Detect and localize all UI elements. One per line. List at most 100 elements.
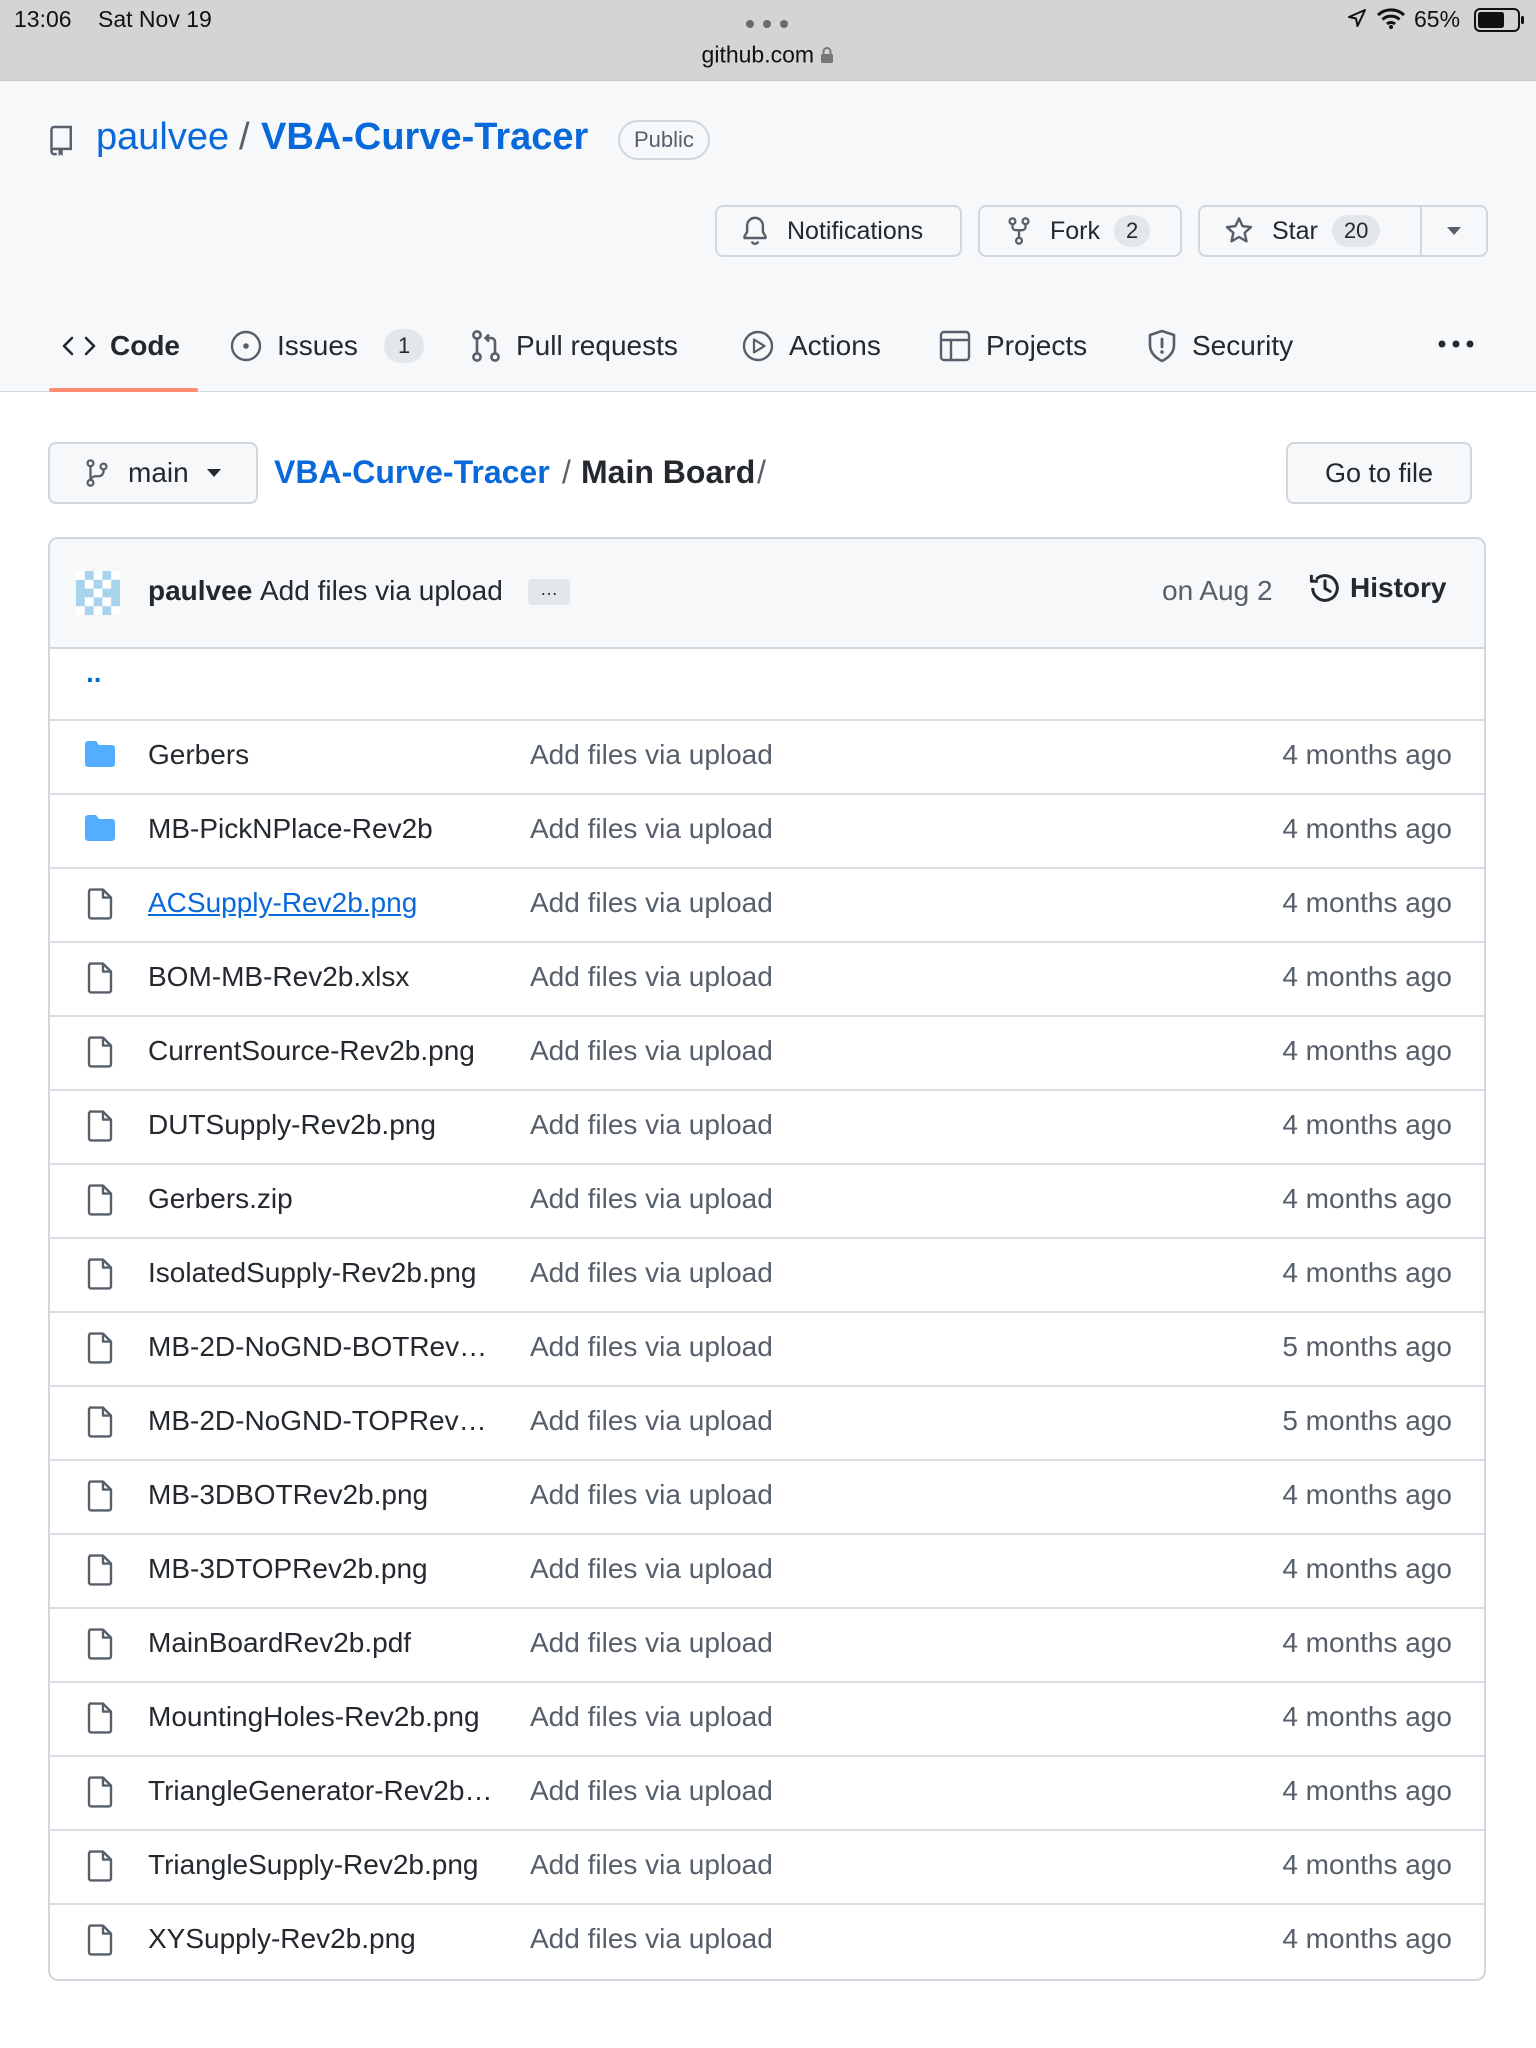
file-row[interactable]: MB-3DBOTRev2b.png Add files via upload 4 m… (50, 1459, 1484, 1535)
file-name-link[interactable]: XYSupply-Rev2b.png (148, 1923, 416, 1955)
file-commit-message[interactable]: Add files via upload (530, 1405, 773, 1437)
file-commit-message[interactable]: Add files via upload (530, 1109, 773, 1141)
file-name-link[interactable]: DUTSupply-Rev2b.png (148, 1109, 436, 1141)
caret-down-icon (206, 469, 221, 477)
avatar[interactable] (76, 571, 120, 615)
file-commit-message[interactable]: Add files via upload (530, 1627, 773, 1659)
file-commit-age: 4 months ago (1282, 1627, 1452, 1658)
file-name-link[interactable]: TriangleGenerator-Rev2b… (148, 1775, 492, 1807)
file-name-link[interactable]: IsolatedSupply-Rev2b.png (148, 1257, 476, 1289)
file-commit-message[interactable]: Add files via upload (530, 1183, 773, 1215)
file-icon (86, 1406, 114, 1438)
file-row[interactable]: XYSupply-Rev2b.png Add files via upload 4 … (50, 1903, 1484, 1977)
file-row[interactable]: MountingHoles-Rev2b.png Add files via upl… (50, 1681, 1484, 1757)
file-name-link[interactable]: MB-PickNPlace-Rev2b (148, 813, 433, 845)
file-name-link[interactable]: MainBoardRev2b.pdf (148, 1627, 411, 1659)
file-commit-message[interactable]: Add files via upload (530, 739, 773, 771)
branch-selector[interactable]: main (48, 442, 258, 504)
star-list-dropdown[interactable] (1422, 207, 1486, 255)
tab-security[interactable]: Security (1146, 320, 1293, 372)
lock-icon (820, 46, 834, 64)
file-name-link[interactable]: MB-3DTOPRev2b.png (148, 1553, 428, 1585)
file-name-link[interactable]: MB-3DBOTRev2b.png (148, 1479, 428, 1511)
tab-projects[interactable]: Projects (938, 320, 1087, 372)
file-row[interactable]: TriangleGenerator-Rev2b… Add files via up… (50, 1755, 1484, 1831)
repo-icon (48, 125, 76, 157)
visibility-badge: Public (618, 120, 710, 160)
tab-actions[interactable]: Actions (741, 320, 881, 372)
file-row[interactable]: DUTSupply-Rev2b.png Add files via upload 4… (50, 1089, 1484, 1165)
file-name-link[interactable]: MountingHoles-Rev2b.png (148, 1701, 480, 1733)
file-row[interactable]: ACSupply-Rev2b.png Add files via upload 4 … (50, 867, 1484, 943)
file-commit-message[interactable]: Add files via upload (530, 1553, 773, 1585)
tab-pull-requests[interactable]: Pull requests (470, 320, 678, 372)
file-row[interactable]: Gerbers.zip Add files via upload 4 months … (50, 1163, 1484, 1239)
file-commit-message[interactable]: Add files via upload (530, 1701, 773, 1733)
file-row[interactable]: MB-PickNPlace-Rev2b Add files via upload 4… (50, 793, 1484, 869)
address-bar[interactable]: github.com (0, 40, 1536, 68)
file-icon (86, 1924, 114, 1956)
file-commit-age: 4 months ago (1282, 1035, 1452, 1066)
history-link[interactable]: History (1308, 571, 1446, 605)
history-icon (1308, 571, 1342, 605)
breadcrumb-separator: / (562, 454, 571, 490)
file-row[interactable]: Gerbers Add files via upload 4 months ago (50, 719, 1484, 795)
file-name-link[interactable]: TriangleSupply-Rev2b.png (148, 1849, 479, 1881)
go-to-file-button[interactable]: Go to file (1286, 442, 1472, 504)
git-branch-icon (84, 458, 110, 488)
fork-button[interactable]: Fork 2 (978, 205, 1182, 257)
file-name-link[interactable]: Gerbers.zip (148, 1183, 293, 1215)
file-name-link[interactable]: Gerbers (148, 739, 249, 771)
repo-owner-link[interactable]: paulvee (96, 116, 229, 159)
file-name-link[interactable]: BOM-MB-Rev2b.xlsx (148, 961, 409, 993)
status-date: Sat Nov 19 (98, 6, 212, 32)
more-tabs-icon[interactable] (1438, 340, 1474, 348)
file-row[interactable]: MB-3DTOPRev2b.png Add files via upload 4 m… (50, 1533, 1484, 1609)
file-commit-age: 4 months ago (1282, 1849, 1452, 1880)
file-icon (86, 962, 114, 994)
breadcrumb-root-link[interactable]: VBA-Curve-Tracer (274, 454, 550, 491)
folder-icon (84, 814, 116, 842)
file-name-link[interactable]: ACSupply-Rev2b.png (148, 887, 417, 919)
parent-directory-row[interactable]: .. (50, 647, 1484, 721)
file-commit-message[interactable]: Add files via upload (530, 1035, 773, 1067)
file-name-link[interactable]: CurrentSource-Rev2b.png (148, 1035, 475, 1067)
commit-author[interactable]: paulvee (148, 575, 252, 607)
tab-issues[interactable]: Issues 1 (229, 320, 425, 372)
notifications-button[interactable]: Notifications (715, 205, 962, 257)
commit-expand-button[interactable]: … (528, 579, 570, 605)
more-dots-icon[interactable] (744, 19, 790, 29)
file-row[interactable]: BOM-MB-Rev2b.xlsx Add files via upload 4 m… (50, 941, 1484, 1017)
file-commit-message[interactable]: Add files via upload (530, 887, 773, 919)
file-commit-age: 5 months ago (1282, 1331, 1452, 1362)
file-commit-message[interactable]: Add files via upload (530, 1479, 773, 1511)
file-commit-message[interactable]: Add files via upload (530, 961, 773, 993)
parent-directory-link[interactable]: .. (86, 657, 102, 689)
file-commit-message[interactable]: Add files via upload (530, 1331, 773, 1363)
file-name-link[interactable]: MB-2D-NoGND-BOTRev… (148, 1331, 487, 1363)
file-row[interactable]: TriangleSupply-Rev2b.png Add files via up… (50, 1829, 1484, 1905)
file-row[interactable]: MB-2D-NoGND-BOTRev… Add files via upload 5… (50, 1311, 1484, 1387)
file-commit-message[interactable]: Add files via upload (530, 1257, 773, 1289)
file-icon (86, 1184, 114, 1216)
latest-commit-bar: paulvee Add files via upload … on Aug 2 … (50, 539, 1484, 649)
file-commit-message[interactable]: Add files via upload (530, 1923, 773, 1955)
file-row[interactable]: CurrentSource-Rev2b.png Add files via upl… (50, 1015, 1484, 1091)
commit-date: on Aug 2 (1162, 575, 1273, 606)
star-button[interactable]: Star 20 (1200, 207, 1422, 255)
branch-name: main (128, 457, 189, 488)
breadcrumb-separator: / (757, 454, 766, 490)
file-row[interactable]: MB-2D-NoGND-TOPRev… Add files via upload 5… (50, 1385, 1484, 1461)
file-commit-message[interactable]: Add files via upload (530, 813, 773, 845)
location-icon (1347, 8, 1367, 28)
tab-code[interactable]: Code (62, 320, 180, 372)
commit-message[interactable]: Add files via upload (260, 575, 503, 607)
file-row[interactable]: IsolatedSupply-Rev2b.png Add files via up… (50, 1237, 1484, 1313)
file-row[interactable]: MainBoardRev2b.pdf Add files via upload 4 … (50, 1607, 1484, 1683)
file-name-link[interactable]: MB-2D-NoGND-TOPRev… (148, 1405, 487, 1437)
repo-name-link[interactable]: VBA-Curve-Tracer (261, 116, 588, 159)
file-commit-message[interactable]: Add files via upload (530, 1849, 773, 1881)
battery-icon (1474, 8, 1526, 32)
tab-projects-label: Projects (986, 330, 1088, 361)
file-commit-message[interactable]: Add files via upload (530, 1775, 773, 1807)
